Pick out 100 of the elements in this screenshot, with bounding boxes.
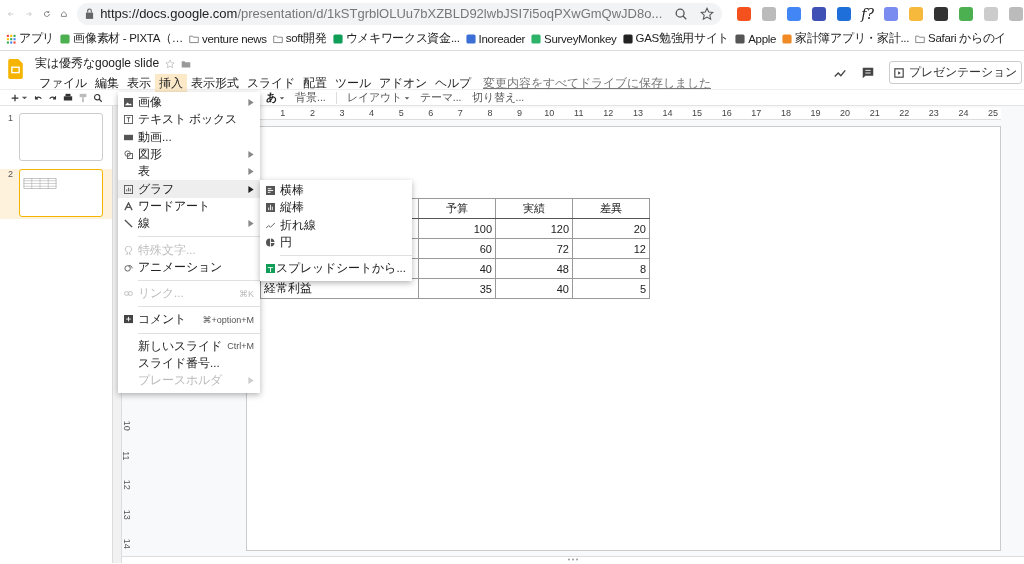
column-header: 予算 bbox=[418, 198, 496, 219]
menu-option[interactable]: グラフ bbox=[118, 180, 260, 198]
folder-icon bbox=[189, 33, 199, 44]
caret-icon bbox=[279, 94, 285, 101]
pie-chart-icon bbox=[266, 238, 275, 248]
slide-number: 2 bbox=[8, 169, 11, 179]
column-header: 差異 bbox=[572, 198, 650, 219]
table-cell: 40 bbox=[495, 278, 573, 299]
table-cell: 40 bbox=[418, 258, 496, 279]
menu-item[interactable]: ファイル bbox=[35, 74, 91, 93]
table-cell: 60 bbox=[418, 238, 496, 259]
chart-icon bbox=[124, 184, 133, 194]
play-icon bbox=[894, 67, 904, 78]
site-icon bbox=[735, 33, 746, 44]
image-icon bbox=[124, 98, 133, 108]
column-header: 実績 bbox=[495, 198, 573, 219]
folder-icon bbox=[272, 33, 283, 44]
spreadsheet-icon bbox=[266, 264, 275, 274]
slide-number: 1 bbox=[8, 113, 11, 123]
extension-label[interactable]: f? bbox=[861, 5, 874, 22]
toolbar-button[interactable]: 切り替え... bbox=[471, 90, 525, 105]
add-comment-icon bbox=[124, 315, 133, 325]
submenu-arrow-icon bbox=[248, 168, 254, 176]
folder-icon bbox=[915, 33, 926, 44]
table-cell: 35 bbox=[418, 278, 496, 299]
menu-item[interactable]: 表示形式 bbox=[187, 74, 243, 93]
toolbar-button[interactable]: テーマ... bbox=[419, 90, 462, 105]
search-icon[interactable] bbox=[674, 6, 689, 21]
bookmark[interactable]: 家計簿アプリ・家計... bbox=[782, 31, 910, 46]
drag-handle-icon[interactable] bbox=[567, 558, 579, 561]
table-cell: 72 bbox=[495, 238, 573, 259]
toolbar-button[interactable]: レイアウト bbox=[346, 90, 410, 105]
paint-format-icon[interactable] bbox=[78, 92, 88, 103]
bookmark[interactable]: Inoreader bbox=[465, 32, 526, 45]
address-bar[interactable]: https://docs.google.com/presentation/d/1kSTgrblOLUu7bXZBLD92lwbJSI7i5oqPXwGmQwJD8o... bbox=[77, 2, 723, 25]
link-icon bbox=[124, 289, 133, 299]
omega-icon bbox=[124, 245, 133, 255]
toolbar-button[interactable]: あ bbox=[266, 90, 285, 105]
submenu-arrow-icon bbox=[248, 377, 254, 385]
slide-thumbnail-row[interactable]: 2 bbox=[0, 169, 112, 219]
apps-grid-icon bbox=[6, 33, 16, 44]
slide-thumbnail[interactable] bbox=[19, 169, 103, 217]
menu-option[interactable]: 横棒 bbox=[260, 182, 412, 200]
line-chart-icon bbox=[266, 220, 275, 230]
bookmark[interactable]: ウメキワークス資金... bbox=[332, 31, 460, 46]
bookmark[interactable]: 画像素材 - PIXTA（… bbox=[60, 31, 183, 46]
site-icon bbox=[60, 33, 71, 44]
film-icon bbox=[124, 132, 133, 142]
bookmark[interactable]: soft開発 bbox=[272, 31, 327, 46]
present-button[interactable]: プレゼンテーション bbox=[889, 61, 1022, 84]
wordart-icon bbox=[124, 201, 133, 211]
add-icon[interactable] bbox=[10, 92, 20, 103]
submenu-arrow-icon bbox=[248, 99, 254, 107]
menu-item[interactable]: アドオン bbox=[375, 74, 431, 93]
table-cell: 5 bbox=[572, 278, 650, 299]
table-thumbnail-drawing bbox=[23, 178, 57, 189]
bar-chart-icon bbox=[266, 186, 275, 196]
folder-icon[interactable] bbox=[181, 58, 192, 69]
star-icon[interactable] bbox=[165, 58, 176, 69]
menu-item[interactable]: 表示 bbox=[123, 74, 155, 93]
bookmark[interactable]: GAS勉強用サイト bbox=[622, 31, 730, 46]
bookmark[interactable]: venture news bbox=[189, 32, 267, 45]
menu-option[interactable]: 円 bbox=[260, 233, 412, 252]
slides-logo-icon[interactable] bbox=[8, 59, 23, 79]
menu-item[interactable]: スライド bbox=[243, 74, 299, 93]
save-status-link[interactable]: 変更内容をすべてドライブに保存しました bbox=[483, 76, 711, 91]
slide-thumbnail[interactable] bbox=[19, 113, 103, 161]
bookmark[interactable]: SurveyMonkey bbox=[531, 32, 617, 45]
menu-item[interactable]: ヘルプ bbox=[431, 74, 475, 93]
line-icon bbox=[124, 219, 133, 229]
star-icon[interactable] bbox=[700, 6, 715, 21]
table-cell: 8 bbox=[572, 258, 650, 279]
lock-icon bbox=[85, 8, 95, 19]
document-title[interactable]: 実は優秀なgoogle slide bbox=[35, 55, 160, 72]
text-box-icon bbox=[124, 115, 133, 125]
menu-item[interactable]: ツール bbox=[331, 74, 375, 93]
extension-icon[interactable] bbox=[811, 5, 828, 22]
submenu-arrow-icon bbox=[248, 220, 254, 228]
toolbar-button[interactable]: 背景... bbox=[295, 90, 326, 105]
site-icon bbox=[622, 33, 633, 44]
table-cell: 12 bbox=[572, 238, 650, 259]
menu-item[interactable]: 編集 bbox=[91, 74, 123, 93]
caret-icon bbox=[403, 94, 410, 101]
bookmark[interactable]: Apple bbox=[735, 32, 777, 45]
submenu-arrow-icon bbox=[248, 185, 254, 193]
caret-icon[interactable] bbox=[21, 94, 28, 101]
site-icon bbox=[531, 33, 542, 44]
menu-item[interactable]: 配置 bbox=[299, 74, 331, 93]
zoom-icon[interactable] bbox=[93, 92, 103, 103]
shapes-icon bbox=[124, 150, 133, 160]
bookmark[interactable]: アプリ bbox=[6, 31, 55, 46]
slide-thumbnail-row[interactable]: 1 bbox=[0, 113, 112, 163]
column-chart-icon bbox=[266, 203, 275, 213]
comment-icon[interactable] bbox=[861, 65, 875, 80]
animation-icon bbox=[124, 262, 133, 272]
extension-icon[interactable] bbox=[933, 5, 949, 22]
submenu-arrow-icon bbox=[248, 151, 254, 159]
print-icon[interactable] bbox=[63, 92, 73, 103]
bookmark[interactable]: Safari からのイ bbox=[915, 31, 1007, 46]
site-icon bbox=[332, 33, 343, 44]
